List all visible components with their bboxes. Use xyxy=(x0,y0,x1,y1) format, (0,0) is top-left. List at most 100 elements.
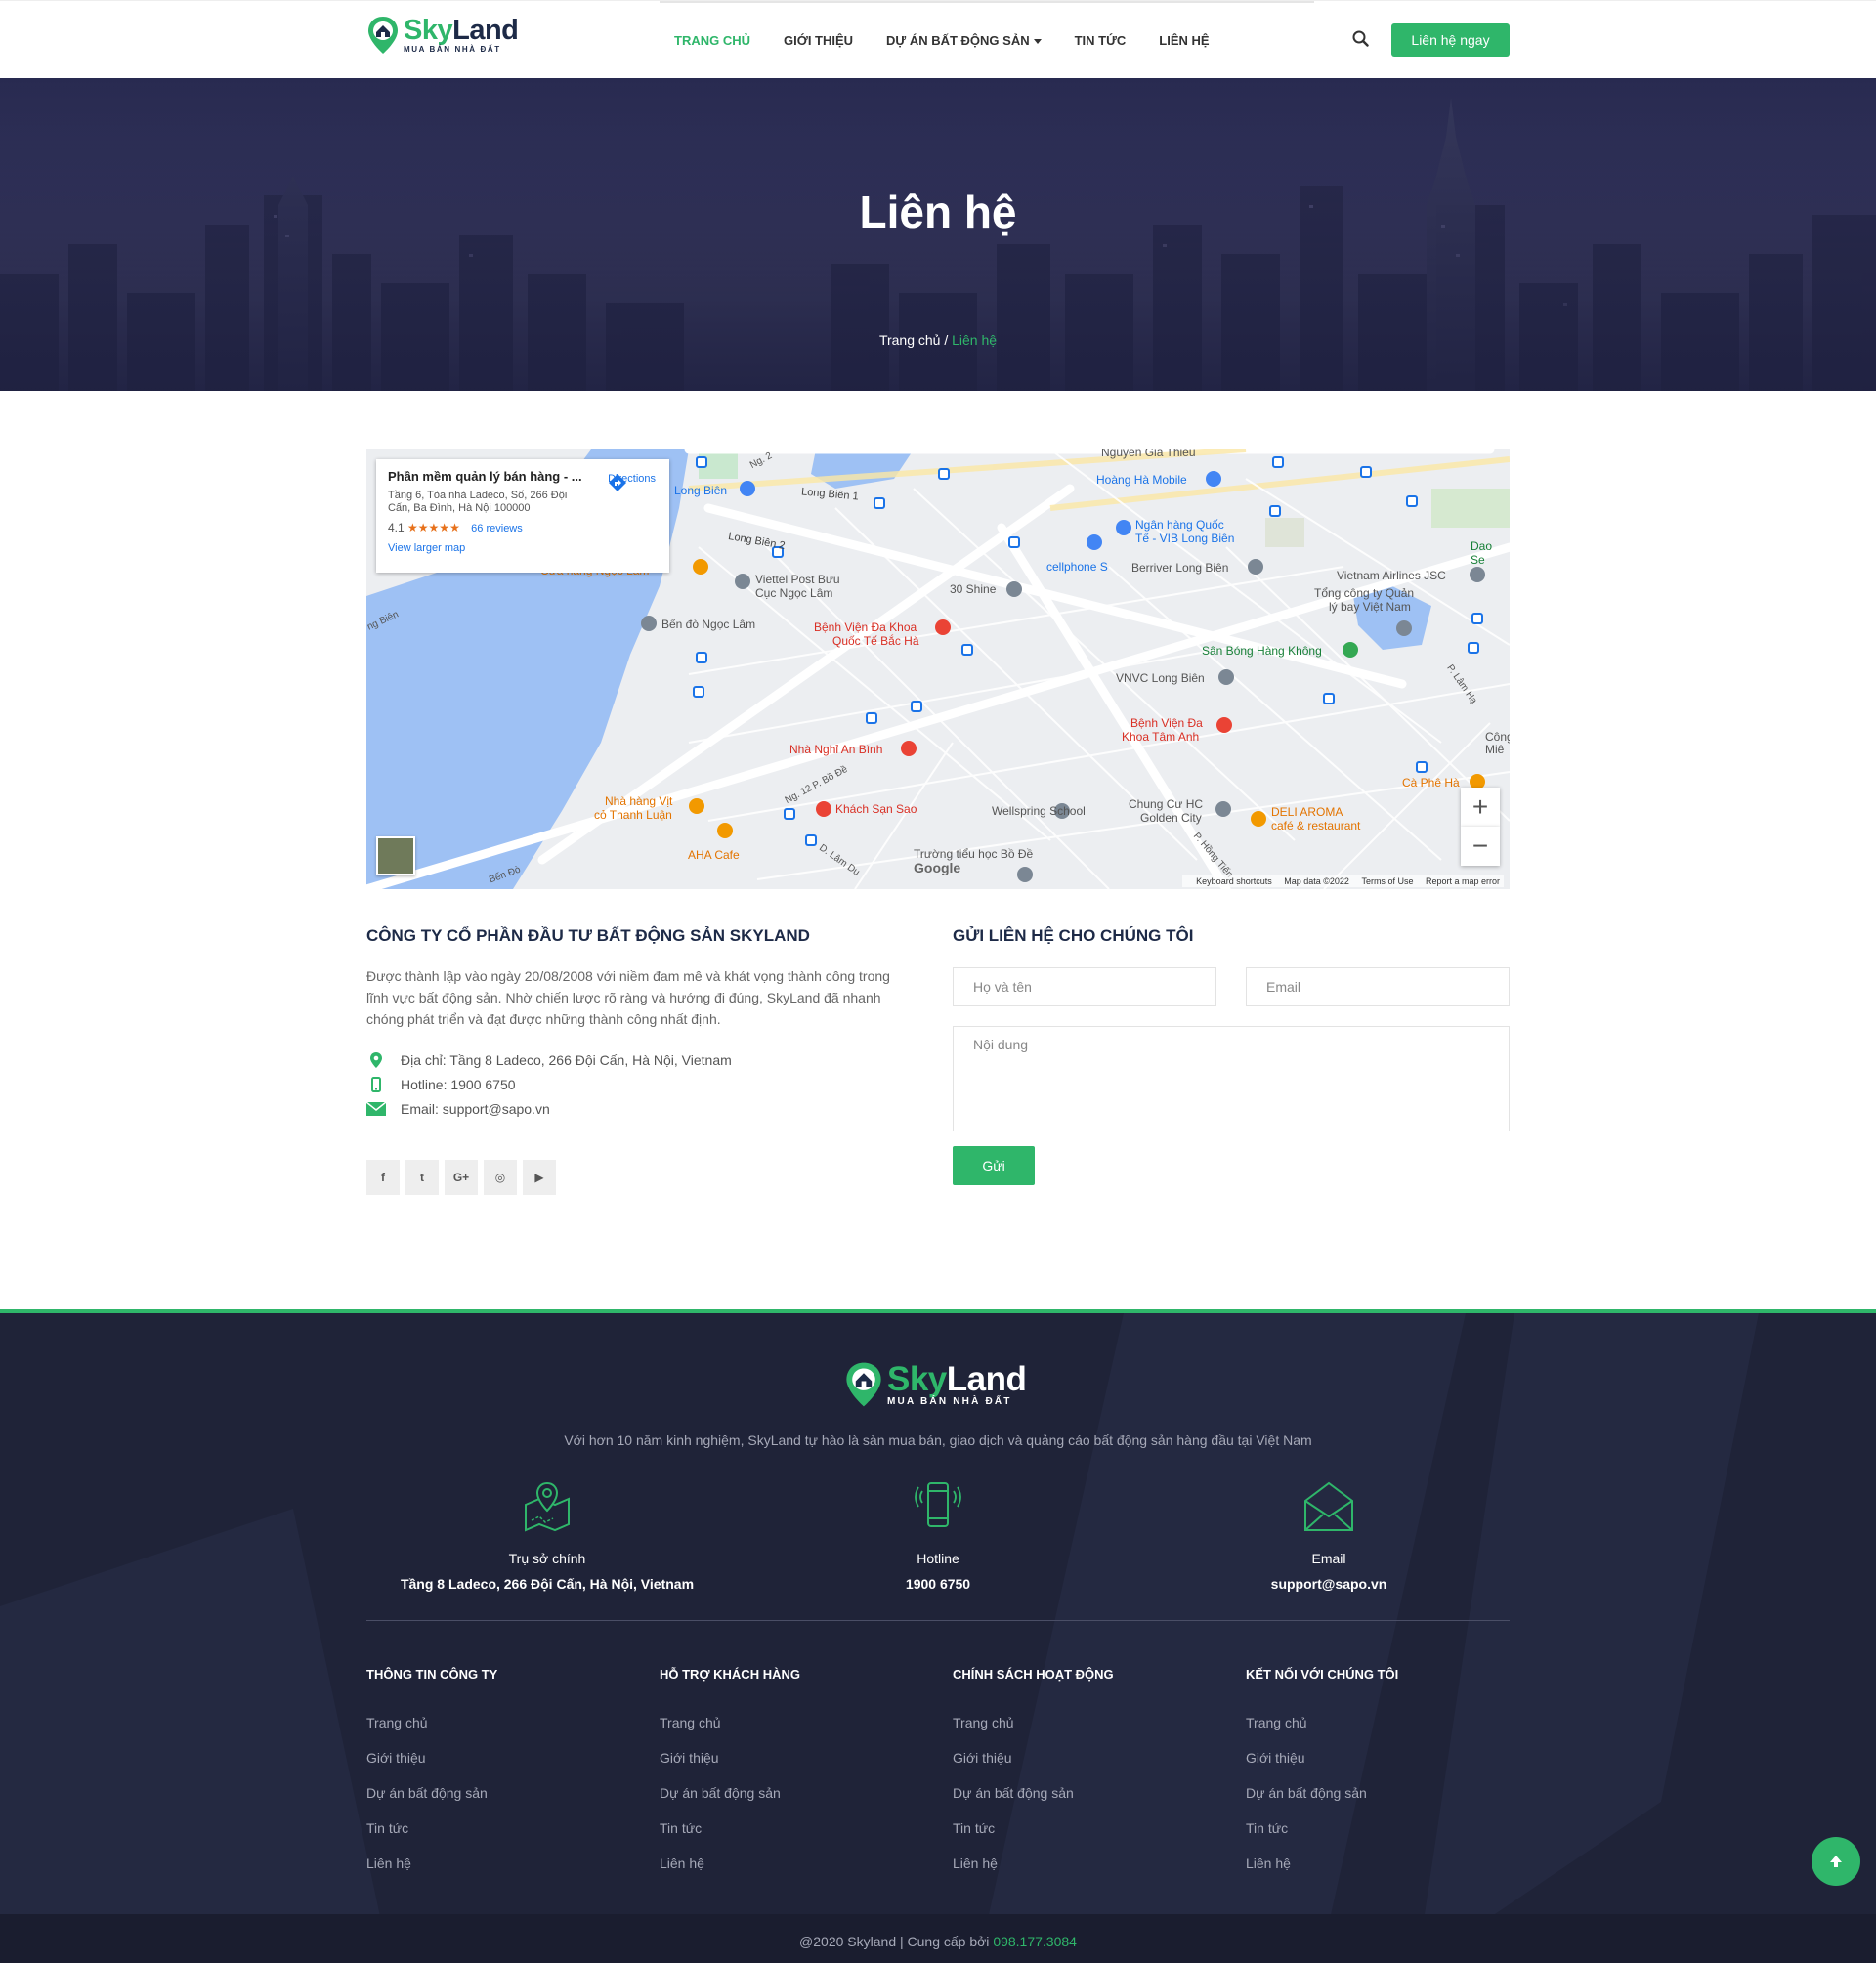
submit-button[interactable]: Gửi xyxy=(953,1146,1035,1185)
email-input[interactable]: Email xyxy=(1246,967,1510,1006)
search-icon[interactable] xyxy=(1351,29,1371,49)
message-textarea[interactable]: Nội dung xyxy=(953,1026,1510,1131)
map-label: Chung Cư HC xyxy=(1129,797,1204,811)
map-label: Nhà hàng Vịt xyxy=(605,794,673,808)
map-label: Bệnh Viện Đa Khoa xyxy=(814,620,917,634)
footer-link-home[interactable]: Trang chủ xyxy=(660,1715,923,1730)
site-header: SkyLand MUA BÁN NHÀ ĐẤT TRANG CHỦ GIỚI T… xyxy=(0,0,1876,78)
name-input[interactable]: Họ và tên xyxy=(953,967,1216,1006)
nav-item-about[interactable]: GIỚI THIỆU xyxy=(784,33,853,48)
footer-logo[interactable]: SkyLand MUA BÁN NHÀ ĐẤT xyxy=(844,1360,1027,1409)
nav-item-contact[interactable]: LIÊN HỆ xyxy=(1159,33,1209,48)
page-banner: Liên hệ Trang chủ / Liên hệ xyxy=(0,78,1876,391)
google-plus-icon[interactable]: G+ xyxy=(445,1160,478,1195)
company-email: Email: support@sapo.vn xyxy=(366,1096,914,1121)
envelope-icon xyxy=(366,1101,386,1117)
footer-link-news[interactable]: Tin tức xyxy=(660,1820,923,1836)
directions-button[interactable]: Directions xyxy=(608,473,656,491)
back-to-top-button[interactable] xyxy=(1812,1837,1860,1886)
footer-link-about[interactable]: Giới thiệu xyxy=(953,1750,1216,1766)
footer-copyright: @2020 Skyland | Cung cấp bởi 098.177.308… xyxy=(0,1914,1876,1963)
footer-hotline-value[interactable]: 1900 6750 xyxy=(743,1576,1133,1592)
site-logo[interactable]: SkyLand MUA BÁN NHÀ ĐẤT xyxy=(366,15,519,56)
view-larger-map-link[interactable]: View larger map xyxy=(388,542,658,554)
company-email-text[interactable]: Email: support@sapo.vn xyxy=(401,1101,550,1117)
facebook-icon[interactable]: f xyxy=(366,1160,400,1195)
map-label: ng Biên xyxy=(366,609,401,633)
google-map[interactable]: Long Biên Long Biên 1 Long Biên 2 Nguyễn… xyxy=(366,449,1510,889)
map-label: Bến Đò xyxy=(488,864,523,886)
mobile-phone-icon xyxy=(366,1076,386,1092)
twitter-icon[interactable]: t xyxy=(405,1160,439,1195)
footer-email-label: Email xyxy=(1311,1551,1346,1566)
footer-email-value[interactable]: support@sapo.vn xyxy=(1133,1576,1524,1592)
map-label: Wellspring School xyxy=(992,804,1086,818)
footer-link-news[interactable]: Tin tức xyxy=(1246,1820,1510,1836)
footer-link-contact[interactable]: Liên hệ xyxy=(953,1856,1216,1871)
zoom-out-button[interactable]: − xyxy=(1461,827,1500,866)
satellite-toggle-button[interactable] xyxy=(376,836,415,875)
footer-link-home[interactable]: Trang chủ xyxy=(953,1715,1216,1730)
footer-link-projects[interactable]: Dự án bất động sản xyxy=(660,1785,923,1801)
star-rating-icon: ★★★★★ xyxy=(407,521,460,535)
map-label: cellphone S xyxy=(1046,560,1108,574)
map-place-rating: 4.1 ★★★★★ 66 reviews xyxy=(388,521,658,534)
nav-item-news[interactable]: TIN TỨC xyxy=(1075,33,1127,48)
breadcrumb-home[interactable]: Trang chủ xyxy=(879,332,941,348)
footer-link-contact[interactable]: Liên hệ xyxy=(366,1856,630,1871)
youtube-icon[interactable]: ▶ xyxy=(523,1160,556,1195)
site-footer: SkyLand MUA BÁN NHÀ ĐẤT Với hơn 10 năm k… xyxy=(0,1309,1876,1963)
footer-link-projects[interactable]: Dự án bất động sản xyxy=(366,1785,630,1801)
footer-office-value: Tầng 8 Ladeco, 266 Đội Cấn, Hà Nội, Viet… xyxy=(400,1576,695,1592)
footer-link-about[interactable]: Giới thiệu xyxy=(366,1750,630,1766)
map-label: 30 Shine xyxy=(950,582,997,596)
footer-divider xyxy=(366,1620,1510,1621)
map-label: Long Biên 1 xyxy=(800,486,860,503)
footer-link-news[interactable]: Tin tức xyxy=(366,1820,630,1836)
footer-link-projects[interactable]: Dự án bất động sản xyxy=(1246,1785,1510,1801)
copyright-text: @2020 Skyland | Cung cấp bởi xyxy=(799,1934,994,1949)
footer-link-contact[interactable]: Liên hệ xyxy=(660,1856,923,1871)
nav-item-projects[interactable]: DỰ ÁN BẤT ĐỘNG SẢN xyxy=(886,33,1042,48)
map-label: D. Lâm Du xyxy=(817,842,862,878)
directions-icon xyxy=(609,474,627,491)
instagram-icon[interactable]: ◎ xyxy=(484,1160,517,1195)
company-contact-list: Địa chỉ: Tầng 8 Ladeco, 266 Đội Cấn, Hà … xyxy=(366,1047,914,1121)
terms-of-use-link[interactable]: Terms of Use xyxy=(1361,876,1413,886)
map-label: Khách Sạn Sao xyxy=(835,802,917,816)
company-hotline-text[interactable]: Hotline: 1900 6750 xyxy=(401,1077,516,1092)
map-label: Sân Bóng Hàng Không xyxy=(1202,644,1322,658)
footer-description: Với hơn 10 năm kinh nghiệm, SkyLand tự h… xyxy=(564,1432,1312,1448)
footer-hotline-label: Hotline xyxy=(917,1551,959,1566)
map-label: Vietnam Airlines JSC xyxy=(1337,569,1446,582)
footer-link-contact[interactable]: Liên hệ xyxy=(1246,1856,1510,1871)
zoom-in-button[interactable]: + xyxy=(1461,788,1500,827)
map-label: Nhà Nghỉ An Bình xyxy=(789,743,883,756)
map-label: Khoa Tâm Anh xyxy=(1122,730,1200,744)
footer-link-home[interactable]: Trang chủ xyxy=(366,1715,630,1730)
map-place-card: Phần mềm quản lý bán hàng - ... Tầng 6, … xyxy=(376,459,669,573)
logo-land: Land xyxy=(452,15,519,46)
map-label: Nguyễn Gia Thiều xyxy=(1101,449,1196,459)
footer-link-projects[interactable]: Dự án bất động sản xyxy=(953,1785,1216,1801)
map-reviews-link[interactable]: 66 reviews xyxy=(471,523,523,534)
footer-link-about[interactable]: Giới thiệu xyxy=(660,1750,923,1766)
nav-item-home[interactable]: TRANG CHỦ xyxy=(674,33,750,48)
map-label: P. Lâm Hạ xyxy=(1444,662,1479,706)
keyboard-shortcuts-link[interactable]: Keyboard shortcuts xyxy=(1196,876,1272,886)
company-address: Địa chỉ: Tầng 8 Ladeco, 266 Đội Cấn, Hà … xyxy=(366,1047,914,1072)
map-label: Golden City xyxy=(1140,811,1202,825)
footer-link-about[interactable]: Giới thiệu xyxy=(1246,1750,1510,1766)
map-label: Hoàng Hà Mobile xyxy=(1096,473,1187,487)
company-info: CÔNG TY CỔ PHẦN ĐẦU TƯ BẤT ĐỘNG SẢN SKYL… xyxy=(366,926,914,1195)
map-label: café & restaurant xyxy=(1271,819,1361,832)
copyright-phone[interactable]: 098.177.3084 xyxy=(993,1934,1077,1949)
map-label: Tổng công ty Quản xyxy=(1314,586,1415,600)
footer-link-news[interactable]: Tin tức xyxy=(953,1820,1216,1836)
report-map-error-link[interactable]: Report a map error xyxy=(1426,876,1500,886)
map-label: Dao Se xyxy=(1471,539,1493,567)
chevron-down-icon xyxy=(1033,38,1042,44)
map-label: Bệnh Viện Đa xyxy=(1130,716,1203,730)
contact-now-button[interactable]: Liên hệ ngay xyxy=(1391,23,1510,57)
footer-link-home[interactable]: Trang chủ xyxy=(1246,1715,1510,1730)
